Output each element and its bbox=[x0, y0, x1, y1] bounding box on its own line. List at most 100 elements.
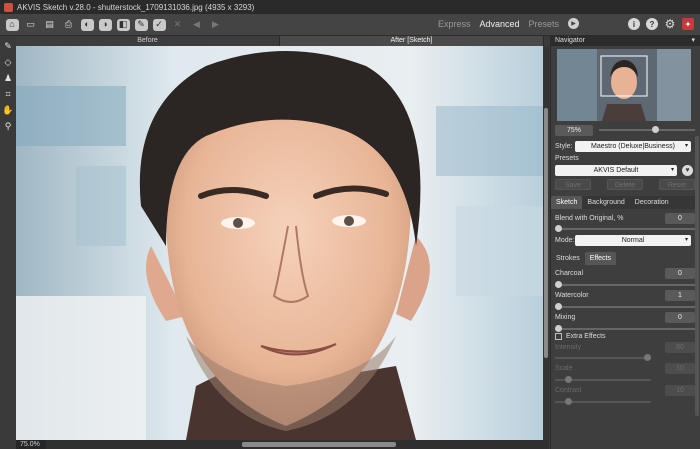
tab-effects[interactable]: Effects bbox=[584, 252, 617, 265]
mode-express[interactable]: Express bbox=[438, 19, 471, 29]
preset-value: AKVIS Default bbox=[593, 167, 639, 174]
view-tabs: Before After [Sketch] bbox=[16, 36, 544, 46]
favorite-icon[interactable]: ♥ bbox=[682, 165, 693, 176]
blend-value[interactable]: 0 bbox=[665, 213, 695, 224]
preferences-icon[interactable]: ✎ bbox=[134, 18, 148, 31]
undo-icon[interactable]: ◀ bbox=[190, 18, 204, 32]
delete-preset-button[interactable]: Delete bbox=[607, 179, 643, 190]
chevron-down-icon: ▾ bbox=[684, 143, 688, 149]
crop-icon[interactable]: ⌗ bbox=[1, 87, 15, 101]
mixing-label: Mixing bbox=[555, 314, 576, 321]
intensity-label: Intensity bbox=[555, 344, 582, 351]
mode-row: Mode: Normal ▾ bbox=[555, 235, 695, 246]
style-dropdown[interactable]: Maestro (Deluxe|Business) ▾ bbox=[575, 141, 691, 152]
gift-icon[interactable]: ✦ bbox=[682, 18, 694, 30]
sketch-portrait bbox=[16, 46, 543, 440]
redo-icon[interactable]: ▶ bbox=[209, 18, 223, 32]
batch-icon[interactable]: ◑ bbox=[98, 18, 112, 31]
presets-row: AKVIS Default ▾ ♥ bbox=[555, 165, 695, 176]
save-icon[interactable]: ▤ bbox=[43, 18, 57, 32]
zoom-select[interactable]: 75% bbox=[555, 124, 593, 136]
blend-slider[interactable] bbox=[555, 225, 695, 232]
watercolor-slider-knob[interactable] bbox=[555, 303, 562, 310]
tab-sketch[interactable]: Sketch bbox=[551, 196, 583, 209]
horizontal-scroll-thumb[interactable] bbox=[242, 442, 396, 447]
blend-row: Blend with Original, % 0 bbox=[555, 213, 695, 224]
tab-after[interactable]: After [Sketch] bbox=[280, 36, 544, 46]
mode-switch: Express Advanced Presets ▶ bbox=[438, 18, 580, 29]
preset-dropdown[interactable]: AKVIS Default ▾ bbox=[555, 165, 677, 176]
extra-effects-checkbox[interactable] bbox=[555, 333, 562, 340]
style-label: Style: bbox=[555, 143, 573, 150]
zoom-slider[interactable] bbox=[599, 126, 695, 133]
mixing-slider-row bbox=[555, 325, 695, 332]
tab-strokes[interactable]: Strokes bbox=[551, 252, 585, 265]
charcoal-label: Charcoal bbox=[555, 270, 584, 277]
tools-bar: ✎ ◇ ♟ ⌗ ✋ ⚲ bbox=[0, 36, 16, 449]
navigator-title: Navigator bbox=[555, 37, 585, 44]
before-after-icon[interactable]: ◧ bbox=[116, 18, 130, 31]
navigator-preview[interactable] bbox=[557, 49, 691, 121]
charcoal-row: Charcoal 0 bbox=[555, 268, 695, 279]
chevron-down-icon: ▾ bbox=[684, 237, 688, 243]
presets-label-row: Presets bbox=[555, 155, 695, 162]
vertical-scroll-thumb[interactable] bbox=[544, 108, 548, 358]
watercolor-slider[interactable] bbox=[555, 303, 695, 310]
mixing-slider[interactable] bbox=[555, 325, 695, 332]
gear-icon[interactable]: ⚙ bbox=[664, 17, 676, 31]
save-preset-button[interactable]: Save bbox=[555, 179, 591, 190]
info-icon[interactable]: i bbox=[628, 18, 640, 30]
charcoal-value[interactable]: 0 bbox=[665, 268, 695, 279]
pencil-icon[interactable]: ✎ bbox=[1, 39, 15, 53]
settings-tabs: Sketch Background Decoration bbox=[551, 196, 699, 209]
tab-background[interactable]: Background bbox=[582, 196, 629, 209]
zoom-slider-knob[interactable] bbox=[652, 126, 660, 133]
charcoal-slider-knob[interactable] bbox=[555, 281, 562, 288]
blend-slider-knob[interactable] bbox=[555, 225, 562, 232]
zoom-icon[interactable]: ⚲ bbox=[1, 119, 15, 133]
blend-slider-row bbox=[555, 225, 695, 232]
reset-preset-button[interactable]: Reset bbox=[659, 179, 695, 190]
home-icon[interactable]: ⌂ bbox=[5, 18, 19, 31]
scale-slider[interactable] bbox=[555, 376, 651, 383]
contrast-value[interactable]: 10 bbox=[665, 385, 695, 396]
open-icon[interactable]: ▭ bbox=[24, 18, 38, 32]
image-canvas[interactable] bbox=[16, 46, 543, 440]
watercolor-value[interactable]: 1 bbox=[665, 290, 695, 301]
settings-panel: Navigator ▾ 75% Style: Maestro (Deluxe|B… bbox=[550, 36, 700, 449]
charcoal-slider[interactable] bbox=[555, 281, 695, 288]
chevron-down-icon: ▾ bbox=[670, 167, 674, 173]
run-icon[interactable]: ✓ bbox=[152, 18, 166, 31]
intensity-slider[interactable] bbox=[555, 354, 651, 361]
effect-subtabs: Strokes Effects bbox=[551, 252, 699, 265]
mixing-value[interactable]: 0 bbox=[665, 312, 695, 323]
mode-label: Mode: bbox=[555, 237, 575, 244]
mixing-slider-knob[interactable] bbox=[555, 325, 562, 332]
tab-before[interactable]: Before bbox=[16, 36, 280, 46]
play-icon[interactable]: ▶ bbox=[568, 18, 580, 29]
contrast-slider[interactable] bbox=[555, 398, 651, 405]
mode-advanced[interactable]: Advanced bbox=[480, 19, 520, 29]
scale-value[interactable]: 10 bbox=[665, 363, 695, 374]
extra-effects-label: Extra Effects bbox=[566, 333, 606, 340]
print-icon[interactable]: ⎙ bbox=[62, 18, 76, 32]
scale-slider-knob[interactable] bbox=[565, 376, 572, 383]
mode-presets[interactable]: Presets bbox=[529, 19, 560, 29]
panel-scrollbar[interactable] bbox=[695, 136, 699, 416]
mode-dropdown[interactable]: Normal ▾ bbox=[575, 235, 691, 246]
contrast-slider-knob[interactable] bbox=[565, 398, 572, 405]
scale-row: Scale 10 bbox=[555, 363, 695, 374]
tab-decoration[interactable]: Decoration bbox=[630, 196, 674, 209]
hand-icon[interactable]: ✋ bbox=[1, 103, 15, 117]
eraser-icon[interactable]: ◇ bbox=[1, 55, 15, 69]
intensity-value[interactable]: 80 bbox=[665, 342, 695, 353]
contrast-slider-row bbox=[555, 398, 695, 405]
help-icon[interactable]: ? bbox=[646, 18, 658, 30]
share-icon[interactable]: ◐ bbox=[80, 18, 94, 31]
collapse-icon[interactable]: ▾ bbox=[691, 36, 695, 46]
watercolor-slider-row bbox=[555, 303, 695, 310]
cancel-icon[interactable]: ✕ bbox=[171, 18, 185, 32]
stamp-icon[interactable]: ♟ bbox=[1, 71, 15, 85]
vertical-scrollbar[interactable] bbox=[543, 46, 549, 440]
intensity-slider-knob[interactable] bbox=[644, 354, 651, 361]
